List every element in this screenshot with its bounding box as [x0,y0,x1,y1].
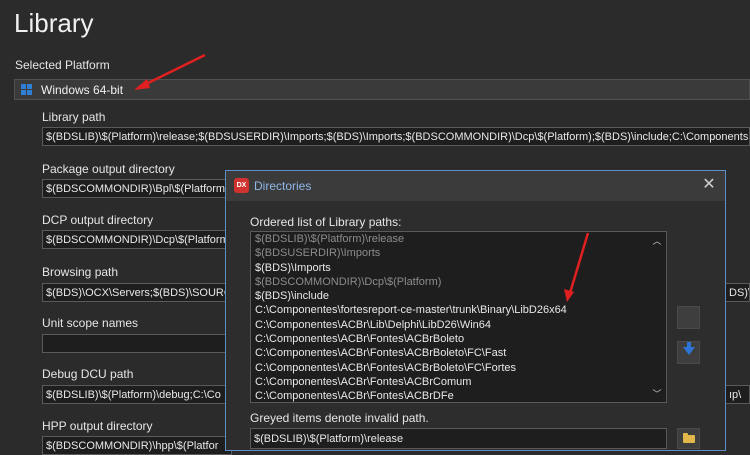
page-title: Library [14,8,94,38]
scroll-up-icon[interactable]: ︿ [650,234,664,248]
dcp-output-input[interactable]: $(BDSCOMMONDIR)\Dcp\$(Platform [42,230,232,249]
debug-dcu-label: Debug DCU path [42,367,134,381]
browsing-path-input-tail[interactable]: DS)\s [726,283,750,302]
debug-dcu-input[interactable]: $(BDSLIB)\$(Platform)\debug;C:\Co [42,385,232,404]
directories-dialog: DX Directories ✕ Ordered list of Library… [225,170,726,451]
dialog-titlebar[interactable]: DX Directories ✕ [226,171,725,201]
list-item[interactable]: $(BDSLIB)\$(Platform)\release [251,232,666,246]
selected-platform-label: Selected Platform [15,58,110,72]
package-output-input[interactable]: $(BDSCOMMONDIR)\Bpl\$(Platform [42,179,232,198]
platform-value: Windows 64-bit [41,83,124,97]
list-item[interactable]: $(BDS)\Imports [251,261,666,275]
list-item[interactable]: $(BDS)\include [251,289,666,303]
list-item[interactable]: $(BDSUSERDIR)\Imports [251,246,666,260]
browsing-path-label: Browsing path [42,265,119,279]
ordered-list-label: Ordered list of Library paths: [250,215,402,229]
library-path-input[interactable]: $(BDSLIB)\$(Platform)\release;$(BDSUSERD… [42,127,750,146]
unit-scope-input[interactable] [42,334,232,353]
list-item[interactable]: C:\Componentes\ACBr\Fontes\ACBrBoleto\FC… [251,361,666,375]
list-item[interactable]: C:\Componentes\ACBr\Lib\Delphi\LibD26\Wi… [251,318,666,332]
list-item[interactable]: C:\Componentes\ACBr\Fontes\ACBrDFe [251,389,666,402]
move-up-button[interactable] [677,306,700,329]
hpp-output-input[interactable]: $(BDSCOMMONDIR)\hpp\$(Platfor [42,436,232,455]
windows-icon [21,84,33,96]
move-down-button[interactable] [677,341,700,364]
browse-folder-button[interactable] [677,428,700,449]
path-edit-input[interactable]: $(BDSLIB)\$(Platform)\release [250,428,667,449]
close-icon[interactable]: ✕ [700,175,718,195]
platform-select[interactable]: Windows 64-bit [14,79,750,100]
library-path-label: Library path [42,110,106,124]
list-item[interactable]: C:\Componentes\ACBr\Fontes\ACBrBoleto [251,332,666,346]
list-item[interactable]: C:\Componentes\ACBr\Fontes\ACBrBoleto\FC… [251,346,666,360]
list-item[interactable]: C:\Componentes\ACBr\Fontes\ACBrComum [251,375,666,389]
debug-dcu-input-tail[interactable]: ıp\ [726,385,750,404]
library-path-list[interactable]: $(BDSLIB)\$(Platform)\release $(BDSUSERDI… [250,231,667,403]
invalid-path-hint: Greyed items denote invalid path. [250,411,429,425]
browsing-path-input[interactable]: $(BDS)\OCX\Servers;$(BDS)\SOURCE [42,283,232,302]
dcp-output-label: DCP output directory [42,213,154,227]
list-item[interactable]: C:\Componentes\fortesreport-ce-master\tr… [251,303,666,317]
hpp-output-label: HPP output directory [42,419,153,433]
scroll-down-icon[interactable]: ﹀ [650,387,664,401]
package-output-label: Package output directory [42,162,175,176]
dialog-title: Directories [254,179,312,193]
dx-app-icon: DX [234,178,249,193]
folder-icon [683,433,695,443]
unit-scope-label: Unit scope names [42,316,139,330]
list-item[interactable]: $(BDSCOMMONDIR)\Dcp\$(Platform) [251,275,666,289]
